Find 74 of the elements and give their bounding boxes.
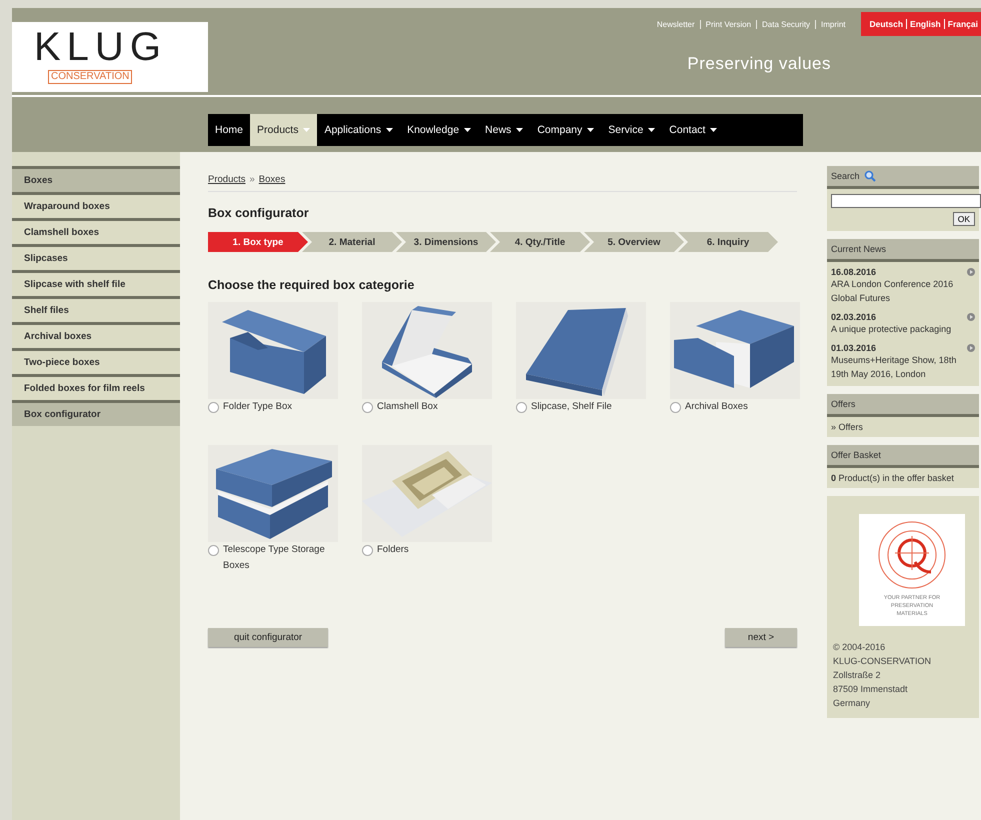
sidebar-item[interactable]: Archival boxes: [12, 322, 180, 348]
footer-line: © 2004-2016: [833, 641, 886, 654]
sidebar-item[interactable]: Slipcase with shelf file: [12, 270, 180, 296]
basket-status: 0 Product(s) in the offer basket: [830, 472, 955, 485]
panel-heading: Current News: [831, 244, 886, 254]
tagline: Preserving values: [687, 54, 831, 74]
footer-line: KLUG-CONSERVATION: [833, 655, 932, 668]
seal-emblem-icon: [877, 520, 947, 590]
offers-link[interactable]: » Offers: [831, 422, 863, 432]
news-date: 16.08.2016: [831, 267, 876, 277]
ok-button[interactable]: OK: [952, 212, 975, 226]
news-link[interactable]: Museums+Heritage Show, 18th 19th May 2016, London: [831, 353, 975, 381]
nav-item[interactable]: Home: [208, 114, 250, 146]
step-tab[interactable]: 1. Box type: [208, 232, 308, 252]
logo-subtitle: CONSERVATION: [48, 70, 132, 84]
radio-button[interactable]: [362, 402, 373, 413]
search-icon: [864, 170, 876, 182]
nav-item[interactable]: Service: [601, 114, 662, 146]
sidebar-item[interactable]: Boxes: [12, 166, 180, 192]
arrow-circle-icon[interactable]: [967, 344, 975, 352]
footer-line: Germany: [833, 697, 872, 710]
arrow-circle-icon[interactable]: [967, 313, 975, 321]
nav-item[interactable]: News: [478, 114, 530, 146]
panel-heading: Search: [831, 171, 860, 181]
step-tab[interactable]: 4. Qty./Title: [490, 232, 590, 252]
option-label[interactable]: Archival Boxes: [685, 399, 748, 415]
sidebar-item[interactable]: Clamshell boxes: [12, 218, 180, 244]
next-button[interactable]: next >: [725, 628, 797, 647]
news-link[interactable]: A unique protective packaging: [831, 322, 975, 336]
logo-text: KLUG: [34, 24, 167, 70]
sidebar-item[interactable]: Shelf files: [12, 296, 180, 322]
radio-button[interactable]: [208, 545, 219, 556]
nav-item[interactable]: Knowledge: [400, 114, 478, 146]
footer-line: 87509 Immenstadt: [833, 683, 909, 696]
step-tab[interactable]: 2. Material: [302, 232, 402, 252]
language-link[interactable]: Deutsch: [866, 19, 906, 29]
page-title: Box configurator: [208, 206, 310, 220]
quit-button[interactable]: quit configurator: [208, 628, 328, 647]
breadcrumb-link[interactable]: Products: [208, 174, 246, 185]
language-link[interactable]: Françai: [944, 19, 981, 29]
radio-button[interactable]: [208, 402, 219, 413]
panel-heading: Offers: [831, 399, 856, 409]
sidebar-item[interactable]: Wraparound boxes: [12, 192, 180, 218]
sidebar-item[interactable]: Box configurator: [12, 400, 180, 426]
option-label[interactable]: Telescope Type Storage Boxes: [223, 542, 338, 574]
logo[interactable]: KLUG CONSERVATION: [12, 22, 208, 92]
section-heading: Choose the required box categorie: [208, 278, 416, 292]
nav-item[interactable]: Applications: [317, 114, 400, 146]
search-field[interactable]: [831, 194, 981, 208]
radio-button[interactable]: [670, 402, 681, 413]
news-link[interactable]: ARA London Conference 2016 Global Futures: [831, 277, 975, 305]
sidebar-item[interactable]: Folded boxes for film reels: [12, 374, 180, 400]
step-tab[interactable]: 5. Overview: [584, 232, 684, 252]
breadcrumb-link[interactable]: Boxes: [258, 174, 286, 185]
nav-item[interactable]: Contact: [662, 114, 724, 146]
option-label[interactable]: Slipcase, Shelf File: [531, 399, 612, 415]
nav-item[interactable]: Products: [250, 114, 318, 146]
option-label[interactable]: Clamshell Box: [377, 399, 438, 415]
sidebar-item[interactable]: Slipcases: [12, 244, 180, 270]
nav-item[interactable]: Company: [530, 114, 602, 146]
news-date: 02.03.2016: [831, 312, 876, 322]
radio-button[interactable]: [516, 402, 527, 413]
option-label[interactable]: Folder Type Box: [223, 399, 292, 415]
language-link[interactable]: English: [906, 19, 944, 29]
option-label[interactable]: Folders: [377, 542, 409, 558]
arrow-circle-icon[interactable]: [967, 268, 975, 276]
breadcrumb-separator: »: [250, 174, 255, 185]
radio-button[interactable]: [362, 545, 373, 556]
step-tab[interactable]: 3. Dimensions: [396, 232, 496, 252]
news-date: 01.03.2016: [831, 343, 876, 353]
panel-heading: Offer Basket: [831, 450, 881, 460]
step-tab[interactable]: 6. Inquiry: [678, 232, 778, 252]
footer-line: Zollstraße 2: [833, 669, 882, 682]
sidebar-item[interactable]: Two-piece boxes: [12, 348, 180, 374]
